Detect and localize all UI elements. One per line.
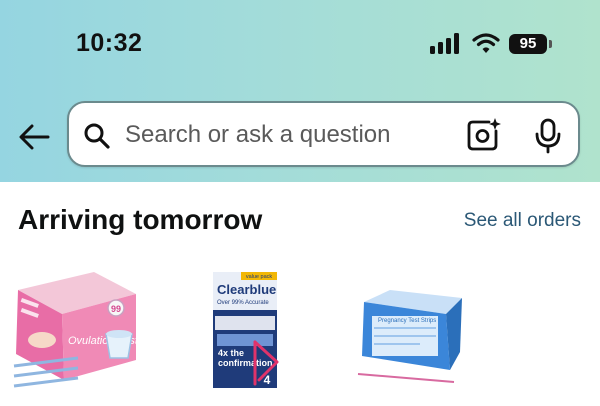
product-image: Pregnancy Test Strips (357, 290, 462, 383)
wifi-icon (472, 33, 500, 53)
product-line1: Over 99% Accurate (217, 300, 269, 306)
product-image: value pack Clearblue Over 99% Accurate 4… (213, 272, 279, 388)
microphone-icon[interactable] (533, 118, 563, 154)
search-input[interactable] (125, 119, 425, 151)
header-background: 10:32 95 (0, 0, 600, 182)
product-pregnancy-test-strips-box[interactable]: Pregnancy Test Strips (350, 262, 480, 406)
product-brand: Clearblue (217, 282, 276, 297)
product-image: 99 Ovulation Test (13, 272, 139, 388)
status-time: 10:32 (76, 29, 143, 57)
search-icon (84, 123, 110, 149)
battery-icon: 95 (509, 34, 547, 54)
section-title: Arriving tomorrow (18, 204, 263, 235)
product-badge: 99 (111, 304, 121, 314)
product-line2: 4x the (218, 348, 244, 358)
product-line3: confirmation (218, 358, 273, 368)
product-box-text: Pregnancy Test Strips (378, 318, 436, 324)
camera-lens-icon[interactable] (465, 117, 501, 153)
product-tag: value pack (246, 274, 273, 280)
battery-cap (549, 40, 552, 48)
search-bar[interactable] (67, 101, 580, 167)
see-all-orders-link[interactable]: See all orders (464, 210, 581, 232)
back-arrow-icon[interactable] (14, 117, 54, 157)
product-ovulation-test-kit[interactable]: 99 Ovulation Test (8, 262, 148, 406)
product-clearblue-pregnancy-test[interactable]: value pack Clearblue Over 99% Accurate 4… (205, 262, 295, 406)
cellular-signal-icon (430, 32, 462, 54)
